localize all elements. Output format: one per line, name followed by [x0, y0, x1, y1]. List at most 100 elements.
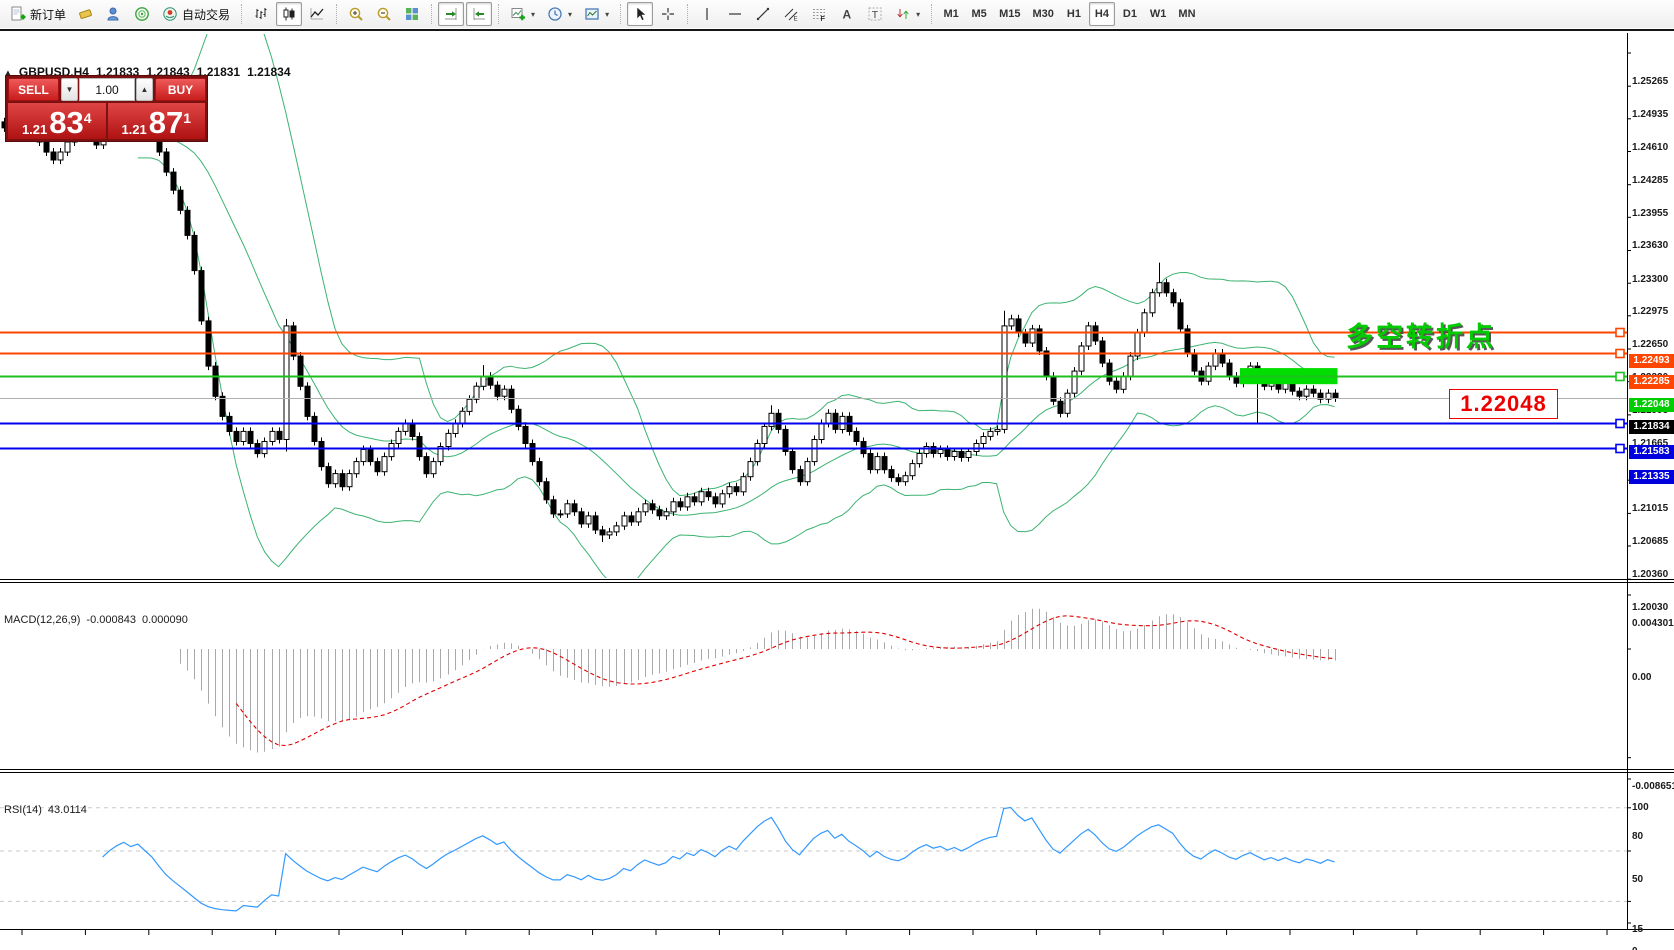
tf-m30-button[interactable]: M30 — [1028, 2, 1059, 26]
chart-window: ▲ GBPUSD,H4 1.21833 1.21843 1.21831 1.21… — [0, 29, 1674, 950]
templates-button[interactable]: ▾ — [579, 2, 614, 26]
volume-decrease-button[interactable]: ▼ — [61, 78, 78, 101]
price-axis-tick: 1.25265 — [1632, 75, 1674, 89]
bar-chart-button[interactable] — [248, 2, 274, 26]
toolbar-separator — [336, 4, 337, 24]
tile-windows-button[interactable] — [399, 2, 425, 26]
tf-w1-button[interactable]: W1 — [1145, 2, 1172, 26]
tf-mn-button[interactable]: MN — [1173, 2, 1200, 26]
buy-button[interactable]: BUY — [155, 78, 206, 101]
toolbar-separator — [241, 4, 242, 24]
toolbar-separator — [431, 4, 432, 24]
price-axis-tick: 1.24935 — [1632, 108, 1674, 122]
template-icon — [584, 6, 600, 22]
tf-m1-button[interactable]: M1 — [938, 2, 964, 26]
rsi-axis-tick: 80 — [1632, 830, 1674, 844]
hline-end-marker[interactable] — [1616, 329, 1624, 337]
trendline-button[interactable] — [750, 2, 776, 26]
horizontal-line-button[interactable] — [722, 2, 748, 26]
sell-price[interactable]: 1.21834 — [8, 103, 106, 139]
chartshift-icon — [471, 6, 487, 22]
new-chart-button[interactable]: ▾ — [505, 2, 540, 26]
tf-m15-label: M15 — [999, 8, 1020, 20]
one-click-trading-panel: SELL ▼ ▲ BUY 1.21834 1.21871 — [6, 76, 207, 141]
macd-indicator-label: MACD(12,26,9) -0.000843 0.000090 — [4, 614, 188, 626]
profile-icon — [106, 6, 122, 22]
rsi-axis-tick: 0 — [1632, 945, 1674, 950]
autoscroll-icon — [443, 6, 459, 22]
fibonacci-button[interactable]: F — [806, 2, 832, 26]
auto-trading-button[interactable]: 自动交易 — [157, 2, 235, 26]
hline-price-label: 1.22493 — [1629, 354, 1674, 368]
chart-shift-button[interactable] — [466, 2, 492, 26]
arrows-button[interactable]: ▾ — [890, 2, 925, 26]
tf-h1-label: H1 — [1067, 8, 1081, 20]
signals-button[interactable] — [129, 2, 155, 26]
tf-h1-button[interactable]: H1 — [1061, 2, 1087, 26]
hline-end-marker[interactable] — [1616, 350, 1624, 358]
tf-m15-button[interactable]: M15 — [994, 2, 1025, 26]
svg-text:A: A — [843, 8, 852, 22]
hline-icon — [727, 6, 743, 22]
textT-icon: T — [867, 6, 883, 22]
text-label-button[interactable]: T — [862, 2, 888, 26]
turning-point-annotation: 多空转折点 — [1346, 315, 1496, 354]
terminal-button[interactable] — [101, 2, 127, 26]
volume-input[interactable] — [79, 78, 135, 101]
chevron-down-icon: ▾ — [568, 10, 572, 19]
auto-scroll-button[interactable] — [438, 2, 464, 26]
vline-icon — [699, 6, 715, 22]
rsi-axis-tick: 15 — [1632, 923, 1674, 937]
new-order-button[interactable]: 新订单 — [5, 2, 71, 26]
chart-canvas — [0, 31, 1674, 950]
toolbar: 新订单 自动交易 ▾ ▾ ▾ EF A T ▾ M1 M5 M15 M30 H1 H4 D1W1 MN — [0, 0, 1674, 28]
candles-icon — [281, 6, 297, 22]
tf-m5-button[interactable]: M5 — [966, 2, 992, 26]
cursor-button[interactable] — [627, 2, 653, 26]
hline-price-label: 1.21583 — [1629, 445, 1674, 459]
tf-h4-button[interactable]: H4 — [1089, 2, 1115, 26]
tf-m5-label: M5 — [971, 8, 986, 20]
hline-end-marker[interactable] — [1616, 420, 1624, 428]
tf-mn-label: MN — [1178, 8, 1195, 20]
hline-price-label: 1.21335 — [1629, 470, 1674, 484]
price-axis-tick: 1.23630 — [1632, 239, 1674, 253]
price-callout-label[interactable]: 1.22048 — [1449, 389, 1558, 419]
buy-price[interactable]: 1.21871 — [108, 103, 206, 139]
volume-increase-button[interactable]: ▲ — [136, 78, 153, 101]
crosshair-button[interactable] — [655, 2, 681, 26]
fibo-icon: F — [811, 6, 827, 22]
tiles-icon — [404, 6, 420, 22]
hline-end-marker[interactable] — [1616, 445, 1624, 453]
periods-button[interactable]: ▾ — [542, 2, 577, 26]
linechart-icon — [309, 6, 325, 22]
new-order-label: 新订单 — [30, 6, 66, 23]
vertical-line-button[interactable] — [694, 2, 720, 26]
line-chart-button[interactable] — [304, 2, 330, 26]
candle-chart-button[interactable] — [276, 2, 302, 26]
zoom-in-button[interactable] — [343, 2, 369, 26]
zoom-out-button[interactable] — [371, 2, 397, 26]
hline-end-marker[interactable] — [1616, 373, 1624, 381]
bollinger-middle-band — [138, 133, 1335, 515]
current-price-label: 1.21834 — [1629, 420, 1674, 434]
crosshair-icon — [660, 6, 676, 22]
macd-axis-tick: 0.00 — [1632, 671, 1674, 685]
depth-of-market-button[interactable] — [73, 2, 99, 26]
robot-icon — [162, 6, 178, 22]
tf-d1-button[interactable]: D1 — [1117, 2, 1143, 26]
toolbar-separator — [620, 4, 621, 24]
rsi-line — [103, 808, 1335, 911]
sonar-icon — [134, 6, 150, 22]
trend-icon — [755, 6, 771, 22]
sell-button[interactable]: SELL — [8, 78, 59, 101]
equidistant-channel-button[interactable]: E — [778, 2, 804, 26]
toolbar-separator — [687, 4, 688, 24]
addchart-icon — [510, 6, 526, 22]
text-button[interactable]: A — [834, 2, 860, 26]
doc-plus-icon — [10, 6, 26, 22]
ohlc-close: 1.21834 — [247, 65, 290, 79]
tf-h4-label: H4 — [1095, 8, 1109, 20]
hline-price-label: 1.22285 — [1629, 375, 1674, 389]
price-axis-tick: 1.20685 — [1632, 535, 1674, 549]
